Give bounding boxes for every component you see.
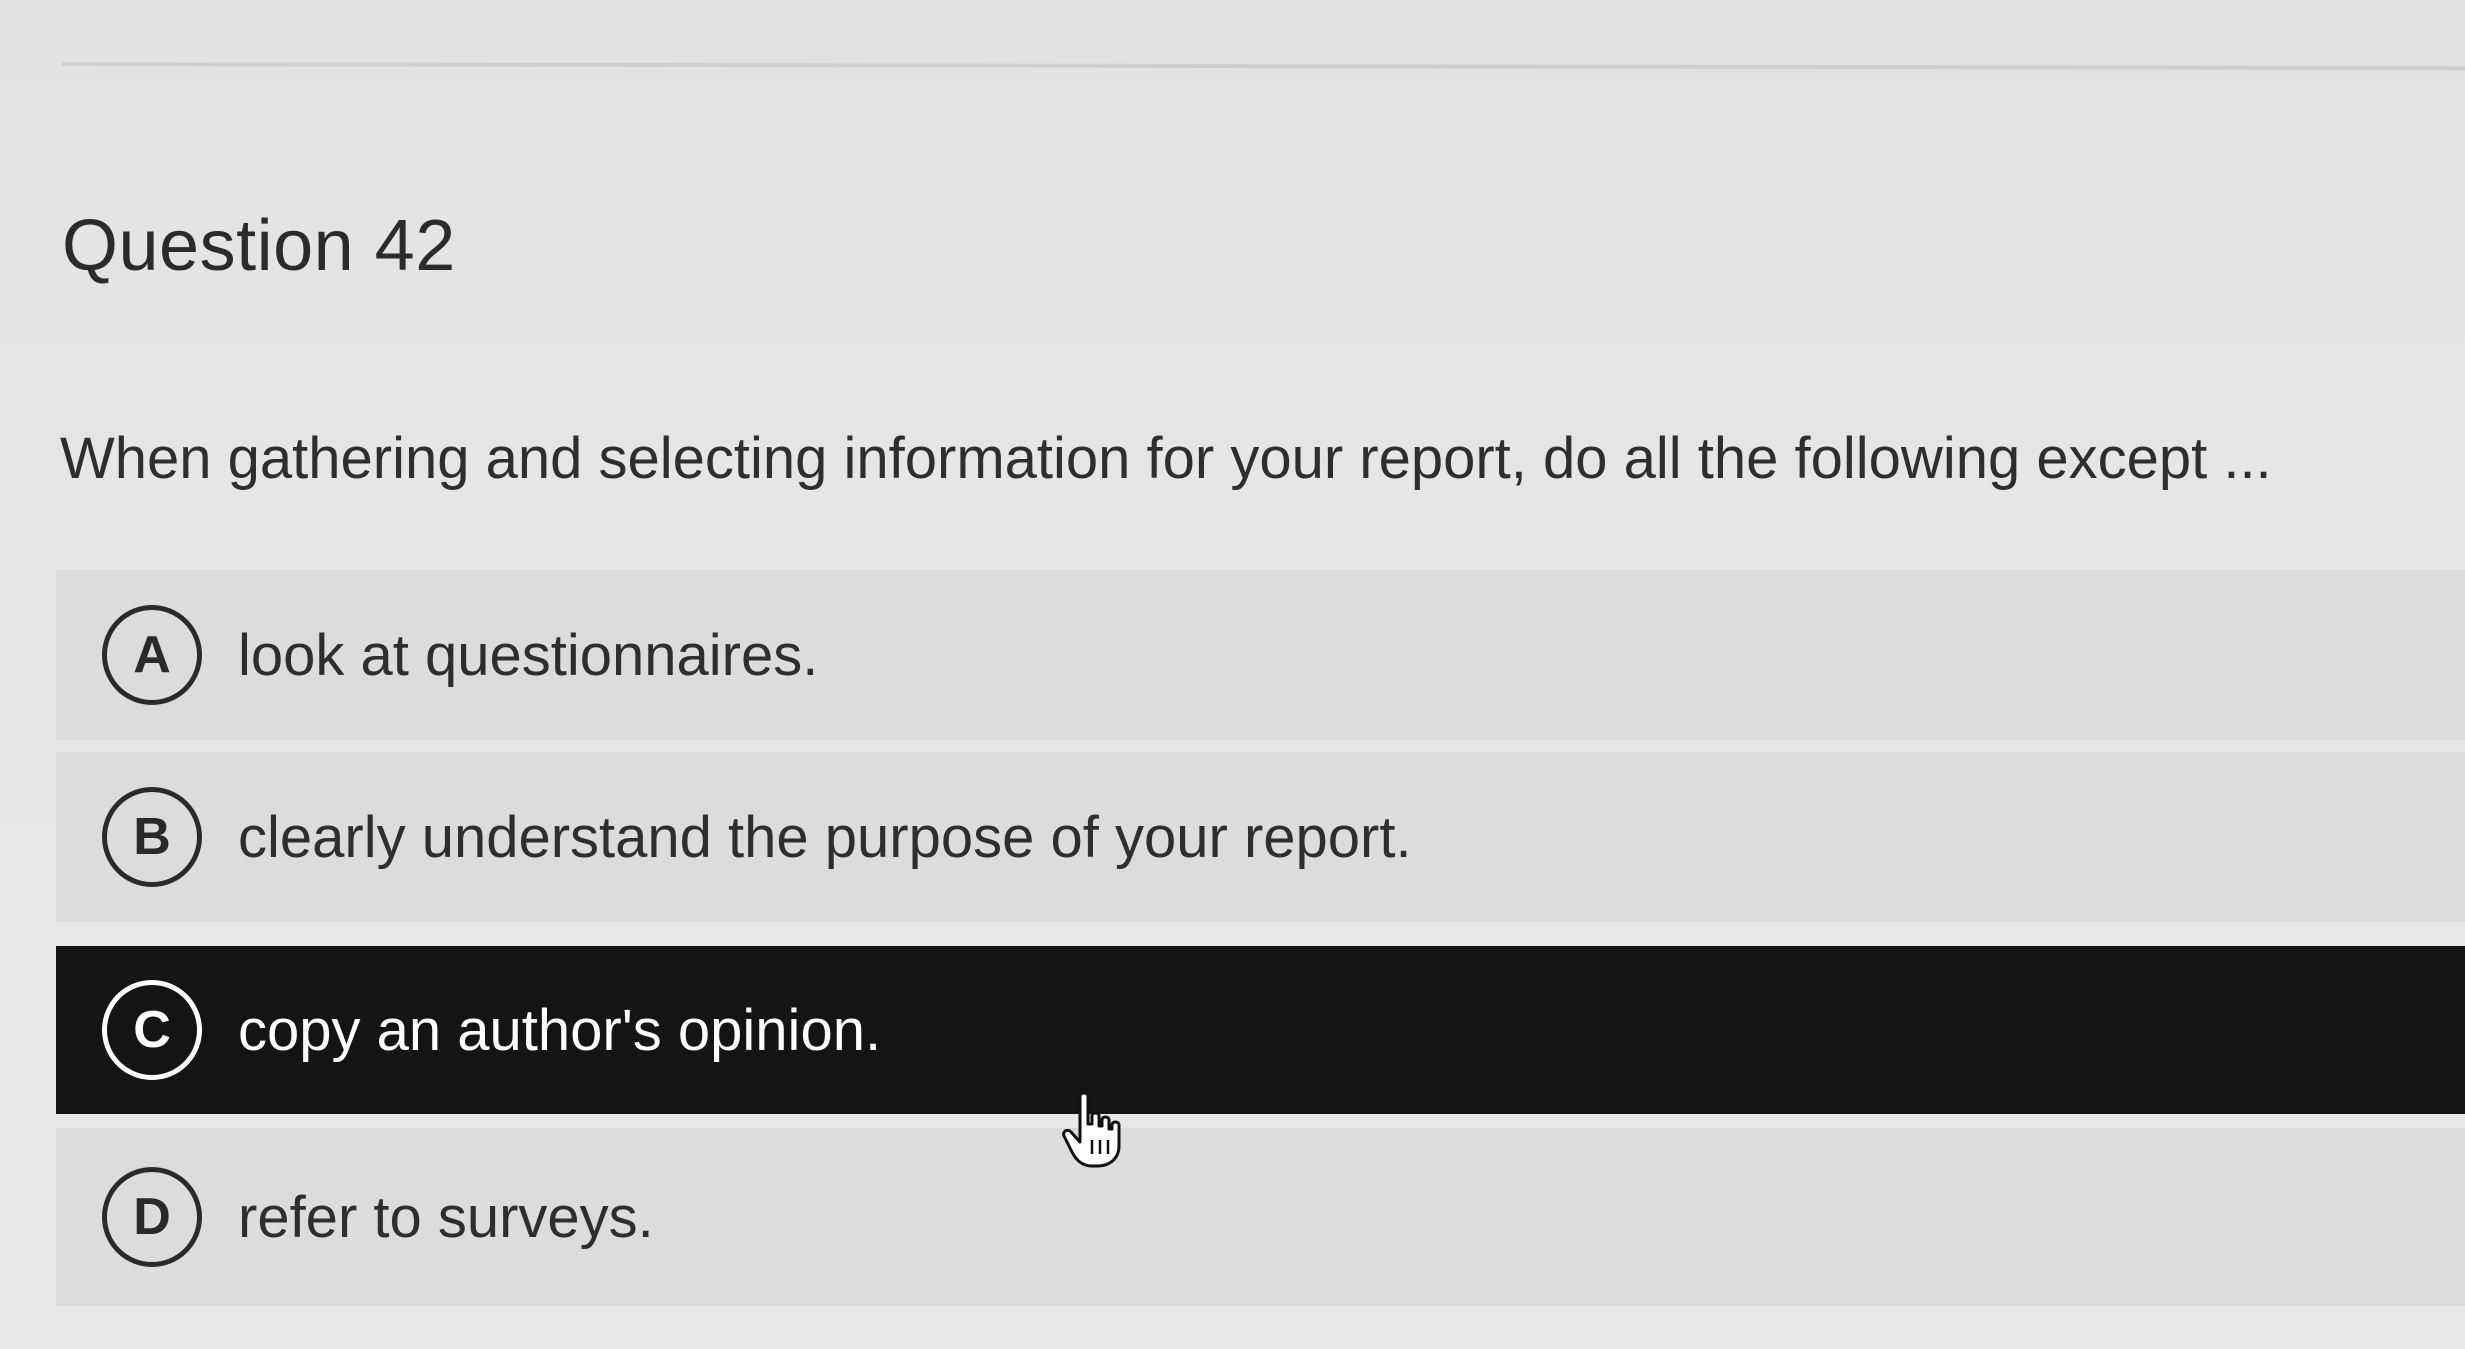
hand-pointer-icon [1062, 1091, 1121, 1168]
question-title: Question 42 [62, 206, 456, 286]
answer-option-c[interactable]: C copy an author's opinion. [56, 946, 2465, 1114]
option-label: look at questionnaires. [238, 622, 819, 688]
answer-option-b[interactable]: B clearly understand the purpose of your… [56, 752, 2465, 922]
quiz-page: Question 42 When gathering and selecting… [0, 0, 2465, 1349]
answer-option-a[interactable]: A look at questionnaires. [56, 570, 2465, 740]
option-letter-badge: C [102, 980, 202, 1080]
question-prompt: When gathering and selecting information… [60, 426, 2272, 491]
divider [61, 62, 2465, 71]
answer-option-d[interactable]: D refer to surveys. [56, 1128, 2465, 1306]
option-letter-badge: D [102, 1167, 202, 1267]
option-label: clearly understand the purpose of your r… [238, 804, 1412, 870]
option-letter-badge: B [102, 787, 202, 887]
option-label: refer to surveys. [238, 1184, 654, 1250]
option-letter-badge: A [102, 605, 202, 705]
option-label: copy an author's opinion. [238, 997, 882, 1063]
